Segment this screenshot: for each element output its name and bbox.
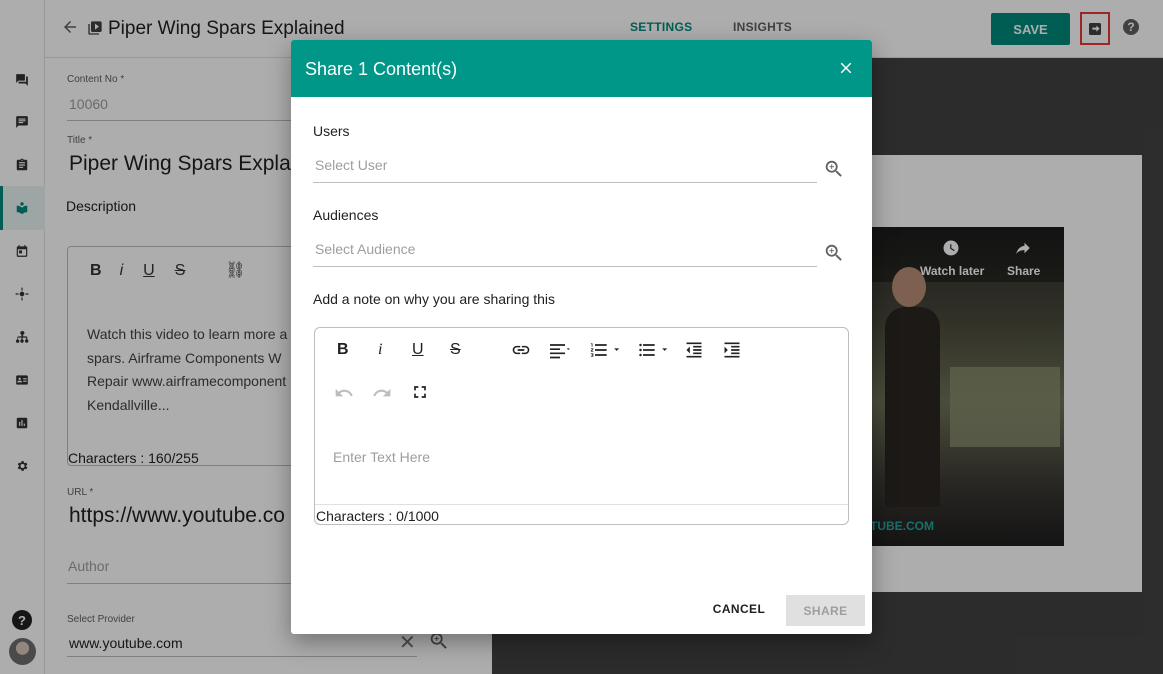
fullscreen-button[interactable]	[410, 382, 430, 402]
note-label: Add a note on why you are sharing this	[313, 291, 556, 307]
audiences-placeholder: Select Audience	[315, 241, 416, 257]
close-icon[interactable]	[837, 59, 855, 77]
cancel-button[interactable]: CANCEL	[707, 596, 771, 622]
outdent-icon	[686, 342, 702, 358]
note-editor[interactable]: B i U S Enter Text Here Characters : 0/1…	[314, 327, 849, 525]
underline-button[interactable]: U	[412, 340, 424, 360]
bullet-list-icon	[639, 343, 668, 357]
fullscreen-icon	[414, 386, 426, 398]
bold-button[interactable]: B	[337, 340, 349, 360]
editor-char-count: Characters : 0/1000	[315, 504, 848, 524]
redo-button[interactable]	[372, 383, 392, 403]
indent-icon	[724, 342, 740, 358]
share-dialog: Share 1 Content(s) Users Select User Aud…	[291, 40, 872, 634]
users-placeholder: Select User	[315, 157, 388, 173]
audiences-label: Audiences	[313, 207, 379, 223]
outdent-button[interactable]	[684, 340, 704, 360]
undo-button[interactable]	[334, 383, 354, 403]
align-left-icon	[550, 344, 570, 359]
editor-placeholder[interactable]: Enter Text Here	[333, 449, 430, 465]
strikethrough-button[interactable]: S	[450, 340, 461, 360]
dialog-header: Share 1 Content(s)	[291, 40, 872, 97]
search-users-icon[interactable]	[823, 158, 845, 180]
bullet-list-dropdown[interactable]	[634, 340, 672, 360]
search-audiences-icon[interactable]	[823, 242, 845, 264]
link-button[interactable]	[511, 340, 531, 360]
users-label: Users	[313, 123, 350, 139]
share-submit-button[interactable]: SHARE	[786, 595, 865, 626]
users-input[interactable]: Select User	[313, 151, 817, 183]
align-dropdown[interactable]	[546, 340, 574, 360]
numbered-list-icon	[590, 343, 620, 357]
link-icon	[512, 345, 530, 355]
redo-icon	[373, 388, 391, 397]
dialog-title: Share 1 Content(s)	[305, 59, 458, 79]
undo-icon	[335, 388, 353, 397]
italic-button[interactable]: i	[378, 340, 382, 360]
audiences-input[interactable]: Select Audience	[313, 235, 817, 267]
numbered-list-dropdown[interactable]	[586, 340, 624, 360]
indent-button[interactable]	[722, 340, 742, 360]
